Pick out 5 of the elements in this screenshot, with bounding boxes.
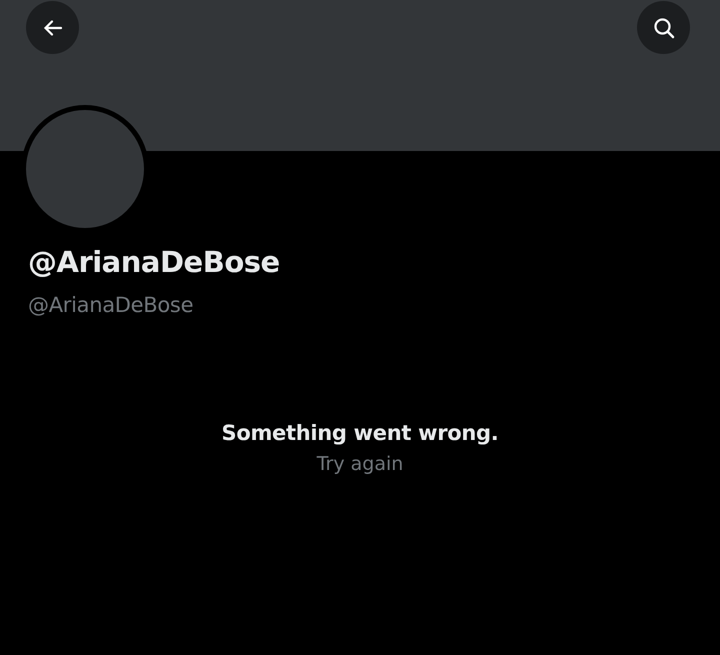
try-again-link[interactable]: Try again [316, 453, 404, 475]
user-handle: @ArianaDeBose [28, 293, 194, 317]
error-message: Something went wrong. [222, 421, 498, 445]
display-name: @ArianaDeBose [28, 245, 281, 279]
search-icon [652, 16, 676, 40]
